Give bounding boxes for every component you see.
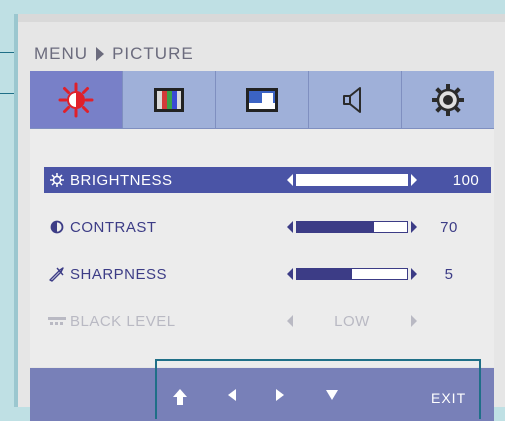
increase-arrow-icon[interactable]	[411, 268, 417, 280]
connector-line	[0, 52, 14, 53]
brightness-slider[interactable]	[287, 174, 417, 186]
increase-arrow-icon	[411, 315, 417, 327]
slider-track	[296, 268, 408, 280]
tab-setup[interactable]	[402, 71, 494, 128]
display-screen-icon	[245, 87, 279, 113]
tab-display[interactable]	[216, 71, 309, 128]
slider-fill	[297, 222, 374, 232]
setting-label: SHARPNESS	[70, 265, 168, 283]
gear-icon	[431, 83, 465, 117]
setting-row-black-level: BLACK LEVEL LOW	[44, 308, 474, 334]
tab-color[interactable]	[123, 71, 216, 128]
black-level-icon	[44, 316, 70, 326]
setting-row-sharpness[interactable]: SHARPNESS 5	[44, 261, 474, 287]
osd-top-bar	[18, 14, 505, 22]
speaker-icon	[340, 85, 370, 115]
decrease-arrow-icon[interactable]	[287, 268, 293, 280]
slider-track	[296, 221, 408, 233]
increase-arrow-icon[interactable]	[411, 174, 417, 186]
sun-icon	[44, 172, 70, 188]
back-arrow-icon	[172, 388, 188, 411]
contrast-icon	[44, 220, 70, 234]
breadcrumb: MENU PICTURE	[34, 44, 194, 64]
right-arrow-icon	[275, 388, 285, 407]
setting-value: 5	[444, 265, 454, 283]
setting-label: BLACK LEVEL	[70, 312, 176, 330]
slider-fill	[297, 175, 407, 185]
tab-bar	[30, 71, 494, 129]
tab-picture[interactable]	[30, 71, 123, 128]
setting-label: CONTRAST	[70, 218, 157, 236]
breadcrumb-menu: MENU	[34, 44, 89, 63]
increase-arrow-icon[interactable]	[411, 221, 417, 233]
setting-label: BRIGHTNESS	[70, 171, 173, 189]
black-level-selector: LOW	[287, 313, 417, 330]
brightness-sun-icon	[58, 82, 94, 118]
decrease-arrow-icon[interactable]	[287, 221, 293, 233]
decrease-arrow-icon[interactable]	[287, 174, 293, 186]
slider-track	[296, 174, 408, 186]
sharpness-slider[interactable]	[287, 268, 417, 280]
setting-value: LOW	[334, 312, 370, 330]
exit-button[interactable]: EXIT	[431, 390, 466, 406]
color-bars-icon	[153, 87, 185, 113]
connector-line	[0, 93, 14, 94]
slider-fill	[297, 269, 352, 279]
setting-value: 100	[452, 171, 480, 189]
setting-row-contrast[interactable]: CONTRAST 70	[44, 214, 474, 240]
down-button[interactable]	[325, 388, 339, 406]
down-arrow-icon	[325, 388, 339, 406]
back-button[interactable]	[172, 388, 188, 411]
breadcrumb-arrow-icon	[96, 47, 105, 61]
tab-audio[interactable]	[309, 71, 402, 128]
setting-row-brightness[interactable]: BRIGHTNESS 100	[44, 167, 491, 193]
sharpness-icon	[44, 266, 70, 282]
setting-value: 70	[440, 218, 458, 236]
breadcrumb-section: PICTURE	[112, 44, 194, 63]
left-arrow-icon	[227, 388, 237, 407]
contrast-slider[interactable]	[287, 221, 417, 233]
right-button[interactable]	[275, 388, 285, 407]
nav-button-frame	[155, 359, 481, 419]
decrease-arrow-icon	[287, 315, 293, 327]
left-button[interactable]	[227, 388, 237, 407]
